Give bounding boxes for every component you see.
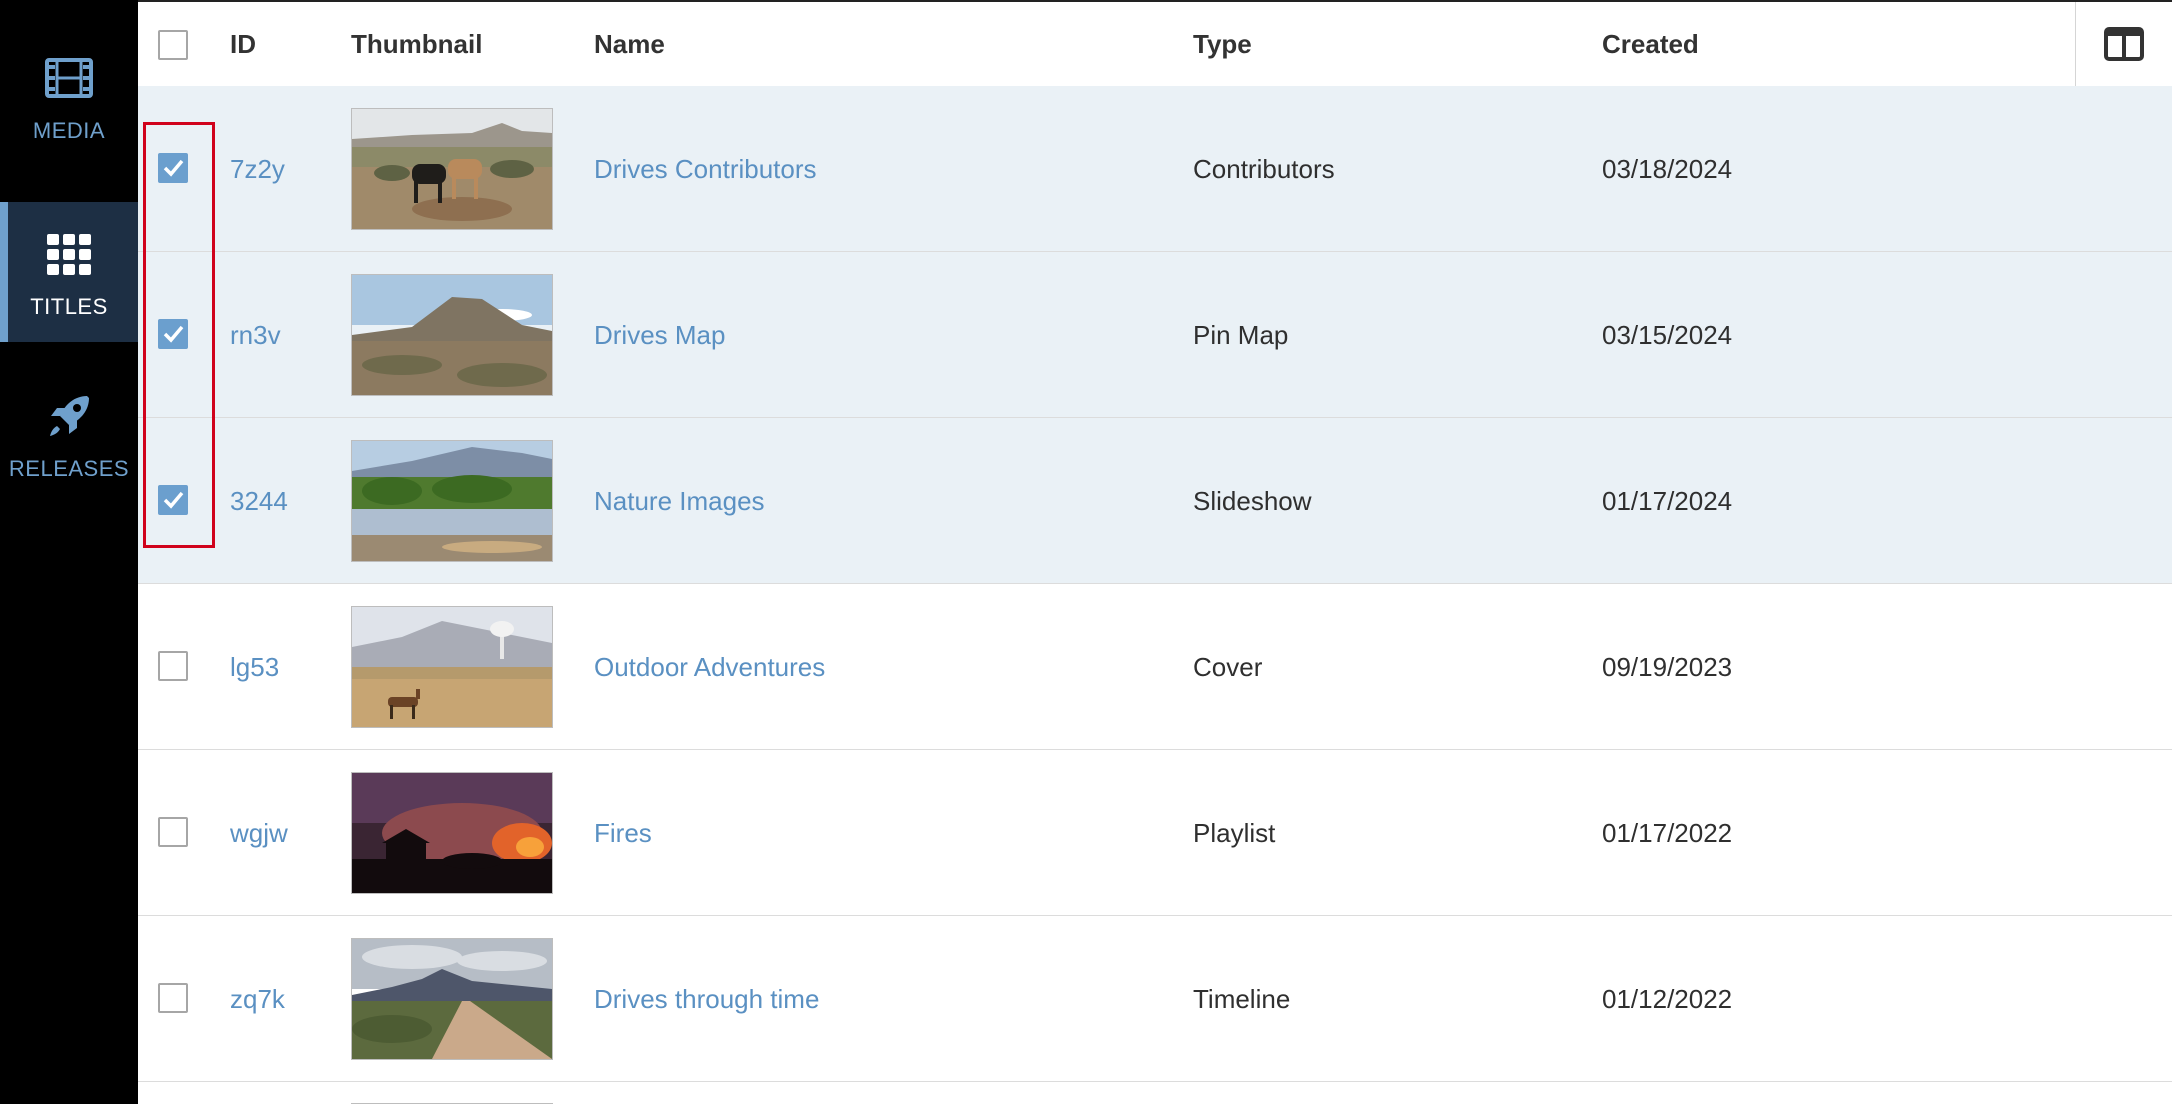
- row-name-link[interactable]: Outdoor Adventures: [594, 584, 825, 750]
- row-created-date: 01/12/2022: [1602, 984, 1733, 1014]
- sidebar-item-titles[interactable]: TITLES: [0, 202, 138, 342]
- sidebar-item-media[interactable]: MEDIA: [0, 52, 138, 172]
- row-created-date: 01/17/2024: [1602, 486, 1733, 516]
- row-thumbnail: [351, 440, 553, 562]
- columns-icon: [2104, 27, 2144, 61]
- sidebar-item-label: MEDIA: [32, 118, 106, 143]
- app-root: MEDIA TITLES RELEASES ID Thumbnail Name …: [0, 0, 2172, 1104]
- column-header-type[interactable]: Type: [1193, 2, 1252, 86]
- row-checkbox[interactable]: [158, 153, 188, 183]
- row-checkbox[interactable]: [158, 983, 188, 1013]
- row-thumbnail: [351, 274, 553, 396]
- row-id-link[interactable]: 3244: [230, 418, 288, 584]
- column-header-id[interactable]: ID: [230, 2, 256, 86]
- column-header-created[interactable]: Created: [1602, 2, 1699, 86]
- sidebar: MEDIA TITLES RELEASES: [0, 0, 138, 1104]
- sidebar-item-label: RELEASES: [8, 456, 130, 481]
- table-row[interactable]: wgjw Fires Playlist 01/17/2022: [138, 750, 2172, 916]
- sidebar-item-releases[interactable]: RELEASES: [0, 390, 138, 510]
- table-row[interactable]: lg53 Outdoor Adventures Cover 09/19/2023: [138, 584, 2172, 750]
- row-type: Pin Map: [1193, 320, 1289, 350]
- row-id-link[interactable]: 7z2y: [230, 86, 285, 252]
- table-row[interactable]: rn3v Drives Map Pin Map 03/15/2024: [138, 252, 2172, 418]
- checkmark-icon: [163, 491, 184, 509]
- row-id-link[interactable]: rn3v: [230, 252, 281, 418]
- row-type: Slideshow: [1193, 486, 1312, 516]
- table-row[interactable]: 7z2y Drives Contributors Contributors 03…: [138, 86, 2172, 252]
- column-header-thumbnail[interactable]: Thumbnail: [351, 2, 482, 86]
- row-checkbox[interactable]: [158, 319, 188, 349]
- active-indicator: [0, 202, 8, 342]
- row-checkbox[interactable]: [158, 485, 188, 515]
- row-created-date: 03/15/2024: [1602, 320, 1733, 350]
- columns-toggle-button[interactable]: [2075, 2, 2172, 86]
- row-thumbnail: [351, 108, 553, 230]
- row-checkbox[interactable]: [158, 817, 188, 847]
- row-name-link[interactable]: Drives Contributors: [594, 86, 817, 252]
- row-thumbnail: [351, 938, 553, 1060]
- sidebar-item-label: TITLES: [30, 294, 108, 319]
- row-type: Playlist: [1193, 818, 1276, 848]
- row-id-link[interactable]: zq7k: [230, 916, 285, 1082]
- row-checkbox[interactable]: [158, 651, 188, 681]
- rocket-icon: [50, 396, 89, 436]
- row-name-link[interactable]: Drives through time: [594, 916, 819, 1082]
- select-all-checkbox[interactable]: [158, 30, 188, 60]
- titles-table: ID Thumbnail Name Type Created 7z2y Driv…: [138, 0, 2172, 1104]
- table-row[interactable]: 3244 Nature Images Slideshow 01/17/2024: [138, 418, 2172, 584]
- row-created-date: 01/17/2022: [1602, 818, 1733, 848]
- row-created-date: 03/18/2024: [1602, 154, 1733, 184]
- row-id-link[interactable]: wgjw: [230, 750, 288, 916]
- row-thumbnail: [351, 772, 553, 894]
- film-icon: [45, 58, 93, 98]
- checkmark-icon: [163, 325, 184, 343]
- table-row[interactable]: zq7k Drives through time Timeline 01/12/…: [138, 916, 2172, 1082]
- row-name-link[interactable]: Nature Images: [594, 418, 765, 584]
- row-name-link[interactable]: Drives Map: [594, 252, 725, 418]
- row-created-date: 09/19/2023: [1602, 652, 1733, 682]
- row-type: Cover: [1193, 652, 1263, 682]
- row-thumbnail: [351, 606, 553, 728]
- row-type: Timeline: [1193, 984, 1291, 1014]
- grid-icon: [47, 234, 91, 275]
- row-name-link[interactable]: Fires: [594, 750, 652, 916]
- table-header: ID Thumbnail Name Type Created: [138, 2, 2172, 88]
- checkmark-icon: [163, 159, 184, 177]
- row-id-link[interactable]: lg53: [230, 584, 279, 750]
- row-type: Contributors: [1193, 154, 1335, 184]
- table-row: [138, 1085, 2172, 1104]
- column-header-name[interactable]: Name: [594, 2, 665, 86]
